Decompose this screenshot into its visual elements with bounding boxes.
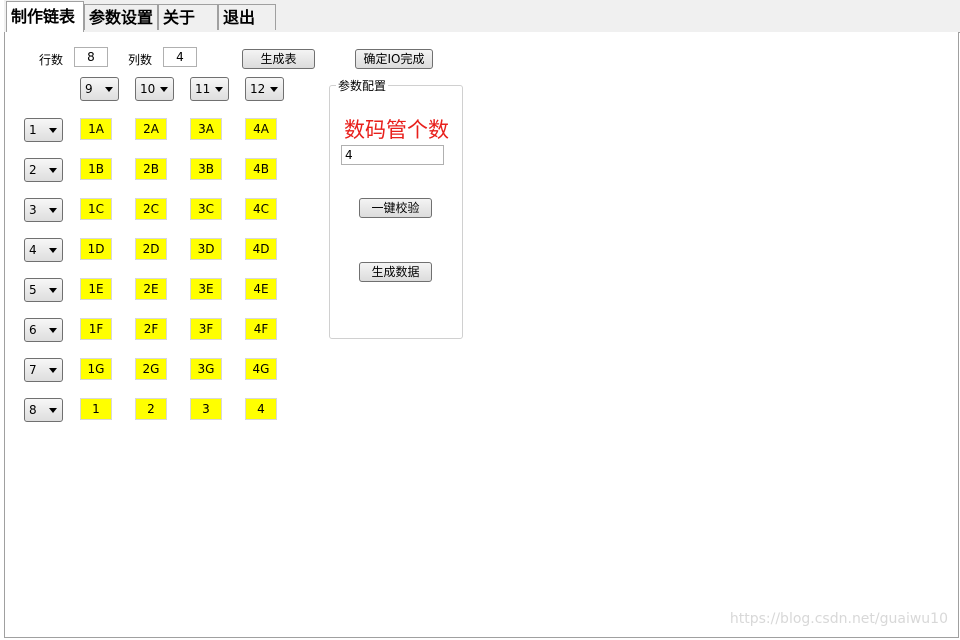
grid-cell[interactable]: 1C	[80, 198, 112, 220]
dropdown-arrow-icon	[270, 87, 278, 92]
dropdown-arrow-icon	[49, 408, 57, 413]
tab-bar: 制作链表 参数设置 关于 退出	[4, 0, 960, 33]
tab-content-panel: 行数 8 列数 4 生成表 确定IO完成 9 10 11 12 1 1A 2A …	[4, 32, 959, 638]
dropdown-arrow-icon	[160, 87, 168, 92]
dropdown-arrow-icon	[49, 368, 57, 373]
row-select-value: 4	[29, 243, 37, 257]
grid-cell[interactable]: 1D	[80, 238, 112, 260]
confirm-io-button[interactable]: 确定IO完成	[355, 49, 433, 69]
dropdown-arrow-icon	[105, 87, 113, 92]
column-select-2[interactable]: 10	[135, 77, 174, 101]
grid-cell[interactable]: 3C	[190, 198, 222, 220]
column-select-value: 9	[85, 82, 93, 96]
digit-count-input[interactable]: 4	[341, 145, 444, 165]
row-select-4[interactable]: 4	[24, 238, 63, 262]
generate-table-button[interactable]: 生成表	[242, 49, 315, 69]
column-select-value: 11	[195, 82, 211, 96]
one-click-verify-button[interactable]: 一键校验	[359, 198, 432, 218]
rows-label: 行数	[39, 53, 64, 67]
row-select-value: 3	[29, 203, 37, 217]
grid-cell[interactable]: 3G	[190, 358, 222, 380]
column-select-1[interactable]: 9	[80, 77, 119, 101]
grid-cell[interactable]: 4	[245, 398, 277, 420]
row-select-1[interactable]: 1	[24, 118, 63, 142]
dropdown-arrow-icon	[49, 328, 57, 333]
grid-cell[interactable]: 4A	[245, 118, 277, 140]
param-config-group: 参数配置 数码管个数 4 一键校验 生成数据	[329, 77, 463, 339]
grid-cell[interactable]: 4C	[245, 198, 277, 220]
row-select-value: 8	[29, 403, 37, 417]
grid-cell[interactable]: 4G	[245, 358, 277, 380]
row-select-7[interactable]: 7	[24, 358, 63, 382]
grid-cell[interactable]: 2A	[135, 118, 167, 140]
param-config-title: 参数配置	[336, 77, 389, 94]
grid-cell[interactable]: 2B	[135, 158, 167, 180]
grid-cell[interactable]: 2C	[135, 198, 167, 220]
row-select-value: 2	[29, 163, 37, 177]
dropdown-arrow-icon	[49, 128, 57, 133]
grid-cell[interactable]: 3A	[190, 118, 222, 140]
digit-count-heading: 数码管个数	[344, 118, 449, 142]
column-select-value: 10	[140, 82, 156, 96]
dropdown-arrow-icon	[49, 208, 57, 213]
tab-param-settings[interactable]: 参数设置	[84, 4, 158, 30]
row-select-2[interactable]: 2	[24, 158, 63, 182]
grid-cell[interactable]: 1F	[80, 318, 112, 340]
tab-about[interactable]: 关于	[158, 4, 218, 30]
grid-cell[interactable]: 1A	[80, 118, 112, 140]
grid-cell[interactable]: 1B	[80, 158, 112, 180]
tab-make-list[interactable]: 制作链表	[6, 1, 84, 33]
grid-cell[interactable]: 2E	[135, 278, 167, 300]
grid-cell[interactable]: 4D	[245, 238, 277, 260]
row-select-value: 5	[29, 283, 37, 297]
column-select-value: 12	[250, 82, 266, 96]
grid-cell[interactable]: 3	[190, 398, 222, 420]
grid-cell[interactable]: 2	[135, 398, 167, 420]
grid-cell[interactable]: 3F	[190, 318, 222, 340]
column-select-3[interactable]: 11	[190, 77, 229, 101]
dropdown-arrow-icon	[49, 248, 57, 253]
row-select-5[interactable]: 5	[24, 278, 63, 302]
column-select-4[interactable]: 12	[245, 77, 284, 101]
grid-cell[interactable]: 1G	[80, 358, 112, 380]
grid-cell[interactable]: 4F	[245, 318, 277, 340]
grid-cell[interactable]: 2D	[135, 238, 167, 260]
watermark: https://blog.csdn.net/guaiwu10	[729, 611, 948, 627]
rows-input[interactable]: 8	[74, 47, 108, 67]
grid-cell[interactable]: 1	[80, 398, 112, 420]
row-select-8[interactable]: 8	[24, 398, 63, 422]
grid-cell[interactable]: 1E	[80, 278, 112, 300]
grid-cell[interactable]: 3D	[190, 238, 222, 260]
row-select-value: 1	[29, 123, 37, 137]
cols-input[interactable]: 4	[163, 47, 197, 67]
grid-cell[interactable]: 2G	[135, 358, 167, 380]
grid-cell[interactable]: 2F	[135, 318, 167, 340]
dropdown-arrow-icon	[49, 168, 57, 173]
row-select-value: 7	[29, 363, 37, 377]
tab-exit[interactable]: 退出	[218, 4, 276, 30]
generate-data-button[interactable]: 生成数据	[359, 262, 432, 282]
dropdown-arrow-icon	[49, 288, 57, 293]
row-select-value: 6	[29, 323, 37, 337]
cols-label: 列数	[128, 53, 153, 67]
grid-cell[interactable]: 4B	[245, 158, 277, 180]
row-select-6[interactable]: 6	[24, 318, 63, 342]
dropdown-arrow-icon	[215, 87, 223, 92]
grid-cell[interactable]: 3E	[190, 278, 222, 300]
grid-cell[interactable]: 3B	[190, 158, 222, 180]
row-select-3[interactable]: 3	[24, 198, 63, 222]
grid-cell[interactable]: 4E	[245, 278, 277, 300]
